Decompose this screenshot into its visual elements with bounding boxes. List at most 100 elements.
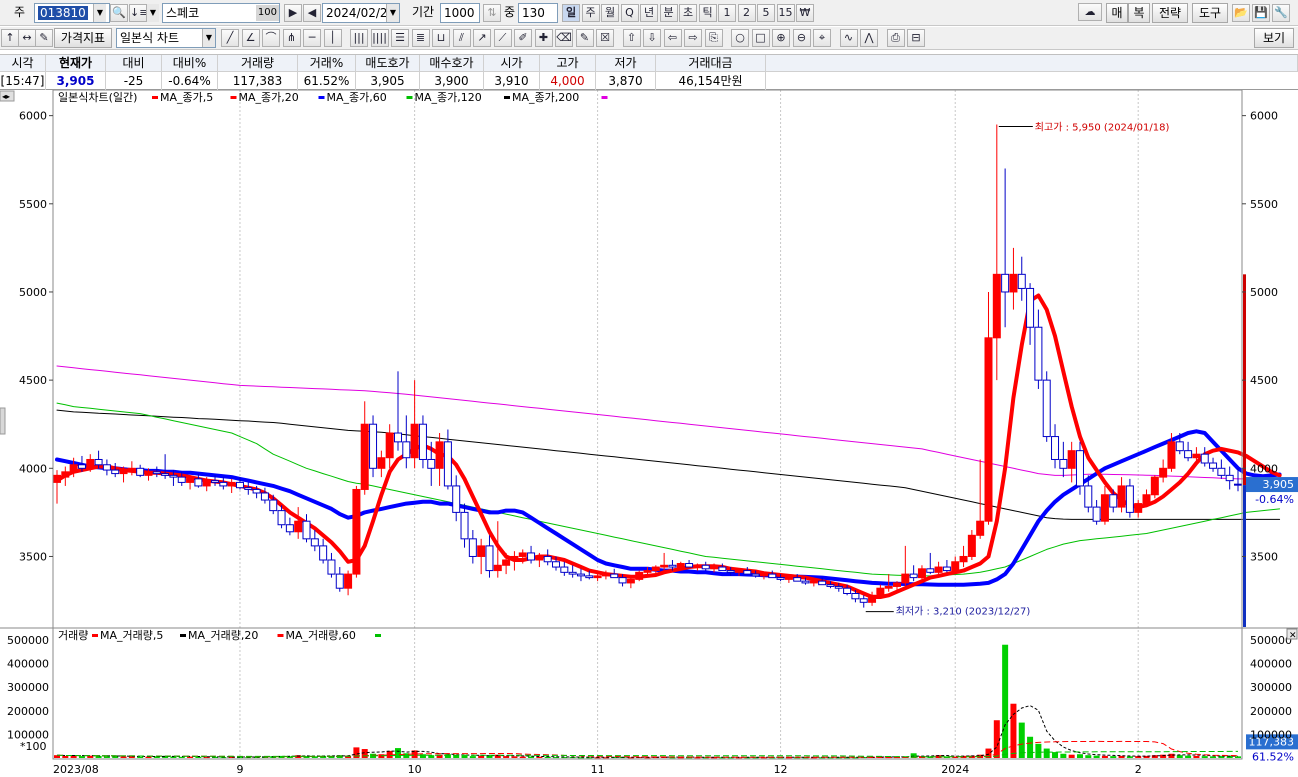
cycle-icon[interactable]: ⊔ bbox=[432, 29, 450, 47]
period-tab[interactable]: 5 bbox=[757, 4, 775, 22]
folder-icon[interactable]: 📂 bbox=[1232, 4, 1250, 22]
period-input[interactable]: 1000 bbox=[440, 3, 480, 23]
candle-body bbox=[518, 552, 527, 557]
candle-body bbox=[102, 464, 111, 471]
hline-tool-icon[interactable]: ─ bbox=[303, 29, 321, 47]
vline-tool-icon[interactable]: │ bbox=[323, 29, 342, 47]
delete-icon[interactable]: ☒ bbox=[596, 29, 614, 47]
period-tab[interactable]: 월 bbox=[601, 4, 619, 22]
period-tab[interactable]: 15 bbox=[776, 4, 795, 22]
period-tab[interactable]: 년 bbox=[640, 4, 658, 22]
period-tab[interactable]: Q bbox=[620, 4, 639, 22]
volume-bar bbox=[1035, 743, 1042, 758]
quote-value: -0.64% bbox=[162, 72, 218, 90]
edit-icon[interactable]: ✎ bbox=[35, 29, 53, 47]
pen-icon[interactable]: ✐ bbox=[514, 29, 532, 47]
stock-code-dropdown[interactable]: ▼ bbox=[93, 4, 106, 22]
mountain-icon[interactable]: ⋀ bbox=[860, 29, 878, 47]
channel-icon[interactable]: ⫽ bbox=[452, 29, 471, 47]
period-spinner-icon[interactable]: ⇅ bbox=[483, 4, 501, 22]
y-tick-label: 3500 bbox=[19, 550, 47, 563]
period-tab[interactable]: 분 bbox=[659, 4, 678, 22]
fan-tool-icon[interactable]: ⋔ bbox=[282, 29, 301, 47]
period-tab[interactable]: 1 bbox=[718, 4, 736, 22]
toolbar-button[interactable]: 전략 bbox=[1152, 3, 1188, 23]
price-chart[interactable]: 최고가 : 5,950 (2024/01/18) 최저가 : 3,210 (202… bbox=[0, 90, 1298, 777]
quote-value: 3,870 bbox=[596, 72, 656, 90]
note-icon[interactable]: ✎ bbox=[575, 29, 594, 47]
lock-icon[interactable]: ⊟ bbox=[907, 29, 925, 47]
candle-body bbox=[668, 564, 677, 568]
volume-bar bbox=[478, 755, 485, 758]
view-button[interactable]: 보기 bbox=[1254, 28, 1294, 48]
period-tab[interactable]: ₩ bbox=[796, 4, 814, 22]
export-icon[interactable]: ⎘ bbox=[704, 29, 723, 47]
period-tab[interactable]: 주 bbox=[581, 4, 600, 22]
search-icon[interactable]: 🔍 bbox=[110, 4, 128, 22]
y-tick-label: 5500 bbox=[19, 198, 47, 211]
expand-icon[interactable]: ↔ bbox=[18, 29, 36, 47]
period-tab[interactable]: 2 bbox=[737, 4, 756, 22]
candle-body bbox=[1084, 485, 1093, 508]
date-dropdown[interactable]: ▼ bbox=[386, 4, 399, 22]
stock-name-field[interactable]: 스페코 100 bbox=[162, 3, 280, 23]
candle-body bbox=[310, 538, 319, 547]
quote-value: 61.52% bbox=[298, 72, 356, 90]
circle-icon[interactable]: ○ bbox=[731, 29, 749, 47]
next-icon[interactable]: ▶ bbox=[284, 4, 302, 22]
period-tab[interactable]: 틱 bbox=[698, 4, 717, 22]
zoom-icon[interactable]: ⊕ bbox=[772, 29, 790, 47]
legend-swatch bbox=[504, 96, 510, 99]
zoomout-icon[interactable]: ⊖ bbox=[792, 29, 811, 47]
sort-icon[interactable]: ↓≡ bbox=[129, 4, 148, 22]
period-tab[interactable]: 초 bbox=[679, 4, 697, 22]
left-icon[interactable]: ⇦ bbox=[663, 29, 682, 47]
toolbar-button[interactable]: 복 bbox=[1128, 3, 1150, 23]
candle-body bbox=[460, 511, 469, 540]
fib-v2-icon[interactable]: |||| bbox=[370, 29, 389, 47]
prev-icon[interactable]: ◀ bbox=[303, 4, 321, 22]
quote-value: 3,900 bbox=[420, 72, 484, 90]
toolbar-button[interactable]: 도구 bbox=[1192, 3, 1228, 23]
candle-body bbox=[269, 499, 278, 512]
chart-type-dropdown[interactable]: ▼ bbox=[202, 29, 215, 47]
wave-icon[interactable]: ∿ bbox=[839, 29, 858, 47]
angle-tool-icon[interactable]: ∠ bbox=[241, 29, 260, 47]
volume-bar bbox=[1010, 703, 1017, 758]
cross-icon[interactable]: ✚ bbox=[534, 29, 553, 47]
toolbar-button[interactable]: 매 bbox=[1106, 3, 1128, 23]
right-icon[interactable]: ⇨ bbox=[684, 29, 702, 47]
arc-tool-icon[interactable]: ⌒ bbox=[262, 29, 280, 47]
cloud-icon[interactable]: ☁ bbox=[1078, 3, 1102, 21]
down-icon[interactable]: ⇩ bbox=[643, 29, 661, 47]
up-icon[interactable]: ⇧ bbox=[622, 29, 641, 47]
wrench-icon[interactable]: 🔧 bbox=[1272, 4, 1290, 22]
candle bbox=[635, 570, 644, 582]
indicator-button[interactable]: 가격지표 bbox=[54, 28, 112, 48]
fib-v-icon[interactable]: ||| bbox=[350, 29, 368, 47]
regression-icon[interactable]: ⟋ bbox=[493, 29, 512, 47]
count-input[interactable]: 130 bbox=[518, 3, 558, 23]
chart-type-select[interactable]: 일본식 차트 bbox=[116, 28, 216, 48]
print-icon[interactable]: ⎙ bbox=[886, 29, 905, 47]
candle-body bbox=[327, 559, 336, 575]
candle-body bbox=[984, 337, 993, 522]
volume-bar bbox=[1076, 754, 1083, 758]
period-tab[interactable]: 일 bbox=[562, 4, 580, 22]
eraser-icon[interactable]: ⌫ bbox=[555, 29, 573, 47]
fib-h2-icon[interactable]: ≣ bbox=[411, 29, 430, 47]
trend-icon[interactable]: ↗ bbox=[473, 29, 491, 47]
sort-dropdown[interactable]: ▼ bbox=[146, 4, 159, 22]
y-tick-label-right: 4500 bbox=[1250, 374, 1278, 387]
line-tool-icon[interactable]: ╱ bbox=[221, 29, 239, 47]
candle-body bbox=[976, 520, 985, 536]
volume-bar bbox=[1043, 748, 1050, 758]
volume-bar bbox=[1210, 756, 1217, 758]
legend-swatch bbox=[230, 96, 237, 99]
fib-h-icon[interactable]: ☰ bbox=[391, 29, 409, 47]
rect-icon[interactable]: □ bbox=[751, 29, 770, 47]
crosshair-icon[interactable]: ⌖ bbox=[813, 29, 831, 47]
save-icon[interactable]: 💾 bbox=[1252, 4, 1270, 22]
candle-body bbox=[1200, 453, 1209, 464]
scroll-up-icon[interactable]: ↑ bbox=[1, 29, 19, 47]
